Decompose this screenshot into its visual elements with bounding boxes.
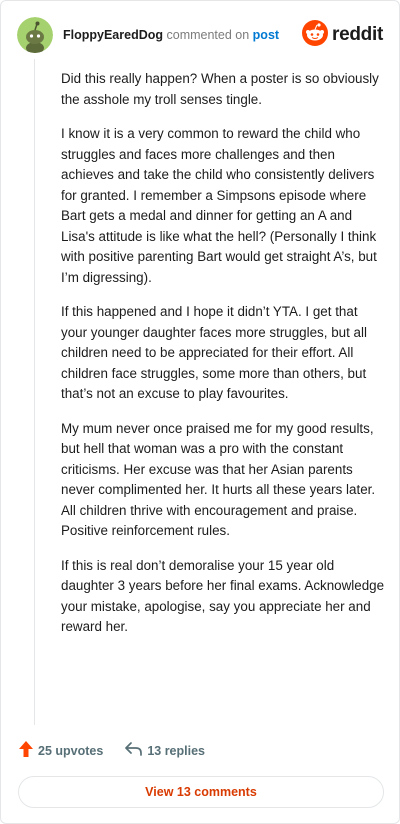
reply-arrow-icon: [125, 742, 143, 759]
comment-header: FloppyEaredDog commented on post reddit: [17, 15, 383, 55]
comment-paragraph: My mum never once praised me for my good…: [61, 420, 376, 539]
comment-actions: 25 upvotes 13 replies: [19, 741, 227, 760]
upvote-button[interactable]: 25 upvotes: [19, 741, 103, 760]
thread-line: [34, 59, 35, 725]
reddit-wordmark: reddit: [332, 24, 383, 45]
upvote-arrow-icon: [19, 741, 33, 760]
comment-card: FloppyEaredDog commented on post reddit: [0, 0, 400, 824]
avatar[interactable]: [17, 17, 53, 53]
comment-paragraph: If this is real don’t demoralise your 15…: [61, 557, 385, 635]
reddit-logo-icon: [302, 19, 329, 51]
comment-meta: FloppyEaredDog commented on post: [63, 27, 279, 43]
post-link[interactable]: post: [253, 28, 279, 42]
username-link[interactable]: FloppyEaredDog: [63, 28, 163, 42]
upvote-count: 25 upvotes: [38, 743, 104, 758]
view-comments-button[interactable]: View 13 comments: [18, 776, 384, 808]
comment-paragraph: Did this really happen? When a poster is…: [61, 71, 379, 107]
comment-paragraph: If this happened and I hope it didn’t YT…: [61, 304, 367, 401]
comment-body: Did this really happen? When a poster is…: [61, 69, 387, 652]
reply-count: 13 replies: [147, 743, 205, 758]
reply-button[interactable]: 13 replies: [125, 742, 205, 759]
comment-paragraph: I know it is a very common to reward the…: [61, 126, 377, 285]
reddit-brand[interactable]: reddit: [302, 19, 383, 51]
commented-on-text: commented on: [166, 28, 250, 42]
